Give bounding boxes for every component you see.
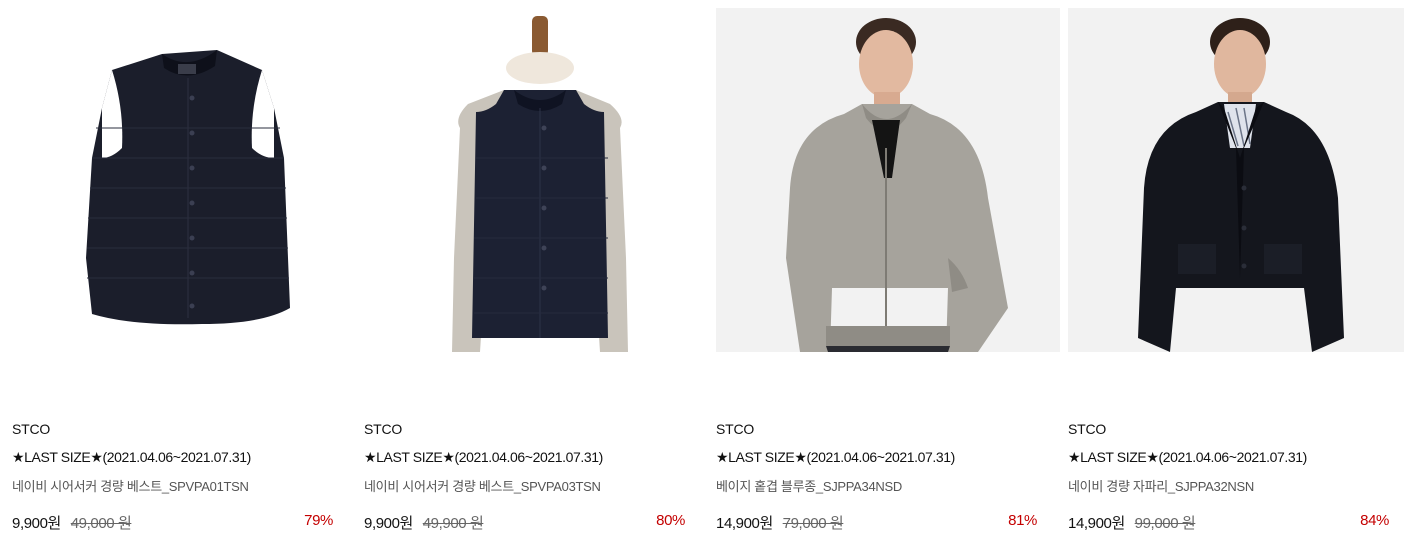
price-row: 9,900원 49,000 원 79%: [12, 512, 333, 532]
brand-name[interactable]: STCO: [1068, 421, 1106, 437]
product-image-navy-vest[interactable]: [12, 8, 356, 352]
original-price: 49,900 원: [422, 515, 484, 532]
product-card[interactable]: STCO ★LAST SIZE★(2021.04.06~2021.07.31) …: [364, 0, 708, 539]
discount-rate: 80%: [656, 512, 685, 529]
sale-price: 9,900원: [12, 515, 61, 532]
sale-price: 14,900원: [716, 515, 773, 532]
product-name[interactable]: 베이지 홑겹 블루종_SJPPA34NSD: [716, 476, 902, 495]
sale-price: 14,900원: [1068, 515, 1125, 532]
product-card[interactable]: STCO ★LAST SIZE★(2021.04.06~2021.07.31) …: [1068, 0, 1404, 539]
discount-rate: 81%: [1008, 512, 1037, 529]
product-name[interactable]: 네이비 경량 자파리_SJPPA32NSN: [1068, 476, 1254, 495]
event-label[interactable]: ★LAST SIZE★(2021.04.06~2021.07.31): [12, 449, 251, 466]
product-name[interactable]: 네이비 시어서커 경량 베스트_SPVPA01TSN: [12, 476, 249, 495]
event-label[interactable]: ★LAST SIZE★(2021.04.06~2021.07.31): [716, 449, 955, 466]
blouson-model-image: [716, 8, 1060, 352]
original-price: 49,000 원: [70, 515, 132, 532]
product-image-navy-jacket[interactable]: [1068, 8, 1404, 352]
brand-name[interactable]: STCO: [12, 421, 50, 437]
original-price: 99,000 원: [1134, 515, 1196, 532]
price-row: 14,900원 99,000 원 84%: [1068, 512, 1389, 532]
jacket-model-image: [1068, 8, 1404, 352]
brand-name[interactable]: STCO: [716, 421, 754, 437]
sale-price: 9,900원: [364, 515, 413, 532]
brand-name[interactable]: STCO: [364, 421, 402, 437]
product-name[interactable]: 네이비 시어서커 경량 베스트_SPVPA03TSN: [364, 476, 601, 495]
discount-rate: 84%: [1360, 512, 1389, 529]
discount-rate: 79%: [304, 512, 333, 529]
event-label[interactable]: ★LAST SIZE★(2021.04.06~2021.07.31): [364, 449, 603, 466]
event-label[interactable]: ★LAST SIZE★(2021.04.06~2021.07.31): [1068, 449, 1307, 466]
product-grid: STCO ★LAST SIZE★(2021.04.06~2021.07.31) …: [0, 0, 1404, 539]
product-card[interactable]: STCO ★LAST SIZE★(2021.04.06~2021.07.31) …: [12, 0, 356, 539]
price-row: 9,900원 49,900 원 80%: [364, 512, 685, 532]
vest-image: [12, 8, 356, 352]
vest-mannequin-image: [364, 8, 708, 352]
original-price: 79,000 원: [782, 515, 844, 532]
price-row: 14,900원 79,000 원 81%: [716, 512, 1037, 532]
product-image-beige-blouson[interactable]: [716, 8, 1060, 352]
product-card[interactable]: STCO ★LAST SIZE★(2021.04.06~2021.07.31) …: [716, 0, 1060, 539]
product-image-navy-vest-mannequin[interactable]: [364, 8, 708, 352]
